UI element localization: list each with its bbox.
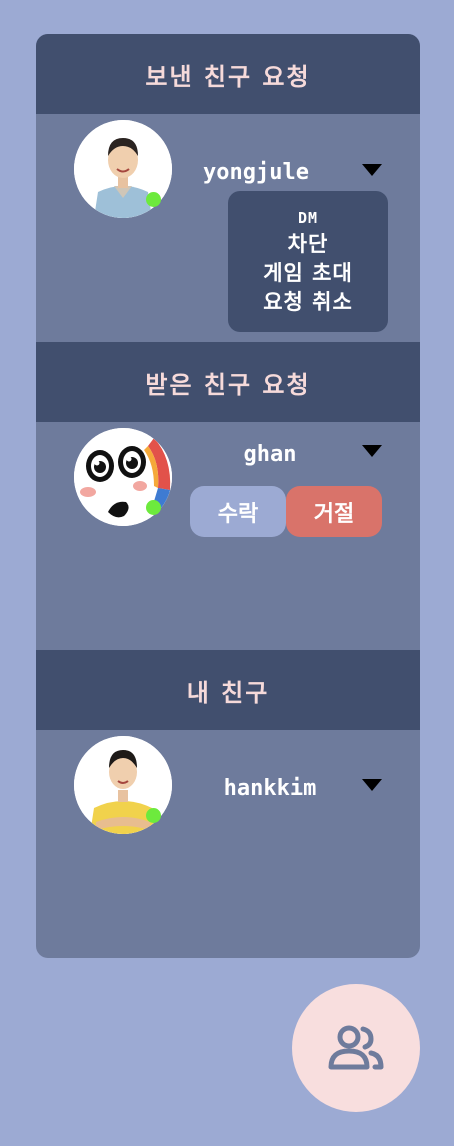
my-friends-header: 내 친구	[36, 650, 420, 730]
friends-fab-button[interactable]	[292, 984, 420, 1112]
username-hankkim: hankkim	[223, 776, 317, 801]
menu-item-block[interactable]: 차단	[288, 230, 329, 259]
caret-down-icon[interactable]	[362, 779, 382, 791]
sent-requests-header: 보낸 친구 요청	[36, 34, 420, 114]
username-yongjule: yongjule	[203, 160, 309, 185]
menu-item-game-invite[interactable]: 게임 초대	[263, 259, 353, 288]
username-ghan: ghan	[243, 442, 297, 467]
online-status-dot	[146, 192, 161, 207]
online-status-dot	[146, 808, 161, 823]
caret-down-icon[interactable]	[362, 164, 382, 176]
received-requests-header: 받은 친구 요청	[36, 342, 420, 422]
menu-item-dm[interactable]: DM	[298, 206, 318, 230]
menu-item-cancel-request[interactable]: 요청 취소	[263, 288, 353, 317]
friends-icon	[328, 1025, 384, 1070]
caret-down-icon[interactable]	[362, 445, 382, 457]
friends-panel: 보낸 친구 요청 yongjule DM 차단 게임 초대 요청 취소 받은 친…	[36, 34, 420, 958]
online-status-dot	[146, 500, 161, 515]
user-action-menu: DM 차단 게임 초대 요청 취소	[228, 191, 388, 332]
accept-button[interactable]: 수락	[190, 486, 286, 537]
reject-button[interactable]: 거절	[286, 486, 382, 537]
